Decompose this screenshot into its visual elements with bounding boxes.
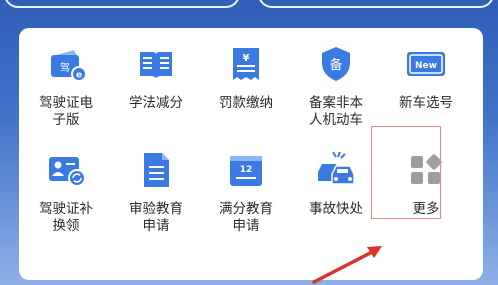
service-driver-license-electronic[interactable]: 驾 e 驾驶证电子版 (25, 42, 107, 142)
top-left-button[interactable] (4, 0, 240, 8)
service-register-non-owner-vehicle[interactable]: 备 备案非本人机动车 (295, 42, 377, 142)
service-accident-quick-handling[interactable]: 事故快处 (295, 148, 377, 248)
service-driver-license-reissue[interactable]: 驾驶证补换领 (25, 148, 107, 248)
calendar-icon: 12 (224, 148, 268, 192)
calendar-icon-badge: 12 (240, 165, 253, 175)
license-card-icon: 驾 e (44, 42, 88, 86)
service-label: 罚款缴纳 (219, 95, 273, 110)
shield-icon-badge: 备 (329, 57, 342, 73)
service-label: 审验教育申请 (129, 201, 183, 233)
license-plate-icon: New (404, 42, 448, 86)
receipt-icon-badge: ¥ (243, 53, 250, 64)
license-icon-badge: 驾 (60, 62, 70, 74)
book-icon (134, 42, 178, 86)
service-review-education-application[interactable]: 审验教育申请 (115, 148, 197, 248)
id-card-refresh-icon (44, 148, 88, 192)
receipt-icon: ¥ (224, 42, 268, 86)
annotation-arrow-icon (312, 246, 382, 284)
service-label: 备案非本人机动车 (309, 95, 363, 127)
service-label: 事故快处 (309, 201, 363, 216)
more-highlight-box (371, 126, 441, 219)
top-right-button[interactable] (258, 0, 494, 8)
service-study-law-reduce-points[interactable]: 学法减分 (115, 42, 197, 142)
service-label: 新车选号 (399, 95, 453, 110)
shield-badge-icon: 备 (314, 42, 358, 86)
plate-icon-badge: New (415, 61, 437, 71)
car-accident-icon (314, 148, 358, 192)
service-label: 驾驶证电子版 (39, 95, 93, 127)
service-label: 满分教育申请 (219, 201, 273, 233)
svg-text:e: e (76, 71, 82, 81)
service-label: 驾驶证补换领 (39, 201, 93, 233)
service-pay-fine[interactable]: ¥ 罚款缴纳 (205, 42, 287, 142)
service-label: 学法减分 (129, 95, 183, 110)
service-full-score-education-application[interactable]: 12 满分教育申请 (205, 148, 287, 248)
document-icon (134, 148, 178, 192)
